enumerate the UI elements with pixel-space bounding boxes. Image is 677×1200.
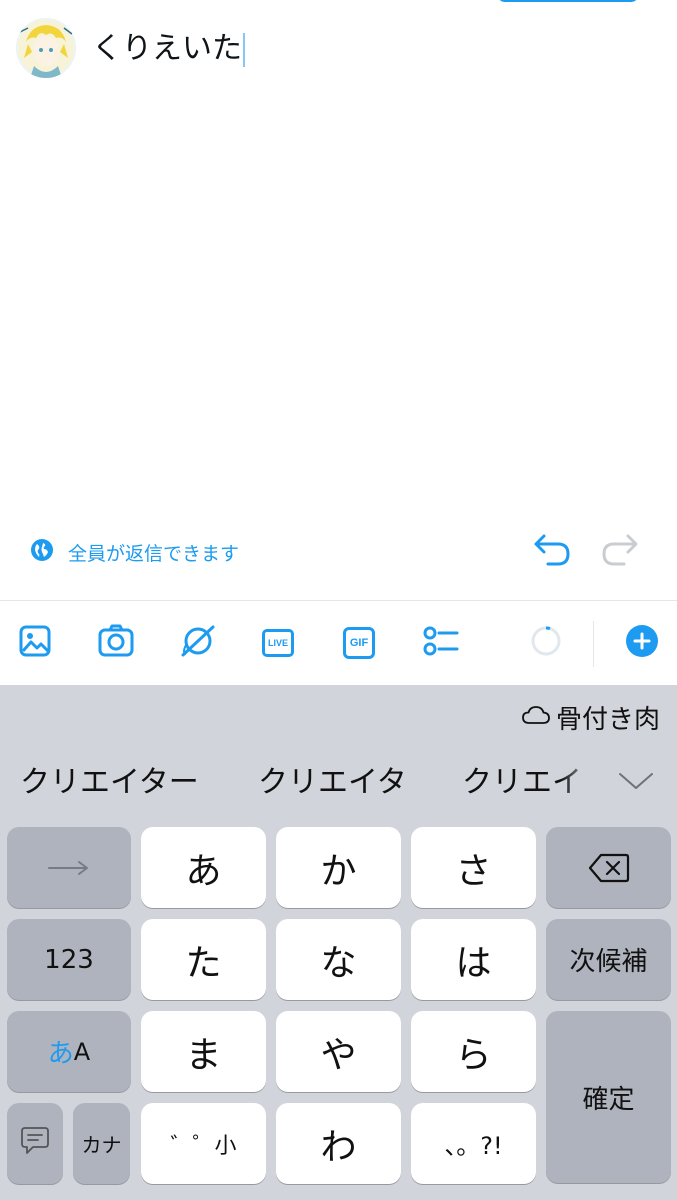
- cloud-suggestion-text: 骨付き肉: [555, 704, 660, 735]
- confirm-key[interactable]: 確定: [546, 1011, 671, 1183]
- candidate-fade: [560, 755, 600, 811]
- numbers-key-label: 123: [44, 944, 94, 975]
- redo-button[interactable]: [598, 530, 642, 574]
- arrow-right-icon: [48, 860, 88, 875]
- undo-button[interactable]: [530, 530, 574, 574]
- mode-kana-label: あ: [47, 1039, 74, 1069]
- dakuten-key-label: ゛゜小: [170, 1133, 237, 1159]
- confirm-key-label: 確定: [582, 1084, 635, 1115]
- image-icon: [18, 624, 52, 662]
- reply-setting-label: 全員が返信できます: [68, 542, 240, 565]
- dakuten-key[interactable]: ゛゜小: [141, 1103, 266, 1184]
- key-ma[interactable]: ま: [141, 1011, 266, 1092]
- key-na[interactable]: な: [276, 919, 401, 1000]
- globe-icon: [30, 538, 54, 566]
- key-ta[interactable]: た: [141, 919, 266, 1000]
- expand-candidates-button[interactable]: [612, 763, 660, 803]
- next-candidate-key[interactable]: 次候補: [546, 919, 671, 1000]
- toolbar-divider: [593, 621, 594, 667]
- live-button[interactable]: LIVE: [258, 623, 298, 663]
- media-button[interactable]: [15, 623, 55, 663]
- key-wa[interactable]: わ: [276, 1103, 401, 1184]
- compose-text: くりえいた: [92, 31, 242, 66]
- spaces-button[interactable]: [178, 623, 218, 663]
- cloud-suggestion[interactable]: 骨付き肉: [522, 699, 660, 735]
- add-thread-button[interactable]: [622, 623, 662, 663]
- next-candidate-label: 次候補: [569, 947, 648, 977]
- avatar[interactable]: [16, 18, 76, 78]
- compose-text-field[interactable]: くりえいた: [92, 26, 245, 72]
- key-sa[interactable]: さ: [411, 827, 536, 908]
- key-ra[interactable]: ら: [411, 1011, 536, 1092]
- candidate-2[interactable]: クリエイタ: [258, 759, 407, 807]
- chat-bubble-icon: [20, 1123, 50, 1164]
- cloud-icon: [522, 702, 550, 732]
- text-caret: [243, 32, 245, 67]
- kana-key-label: カナ: [81, 1133, 122, 1157]
- poll-icon: [421, 624, 459, 662]
- post-button-edge[interactable]: [497, 0, 639, 2]
- character-count-indicator: [526, 623, 566, 663]
- emoji-switch-key[interactable]: [7, 1103, 63, 1184]
- gif-label: GIF: [349, 637, 369, 649]
- plus-circle-icon: [625, 624, 659, 662]
- compose-toolbar: LIVE GIF: [0, 600, 677, 686]
- gif-icon: GIF: [343, 627, 375, 659]
- key-ya[interactable]: や: [276, 1011, 401, 1092]
- candidate-1[interactable]: クリエイター: [20, 759, 199, 807]
- reply-setting-button[interactable]: 全員が返信できます: [30, 538, 239, 566]
- next-char-key[interactable]: →: [7, 827, 131, 908]
- punctuation-key-label: 、。?!: [444, 1132, 503, 1160]
- camera-icon: [98, 624, 134, 662]
- input-mode-key[interactable]: あA: [7, 1011, 131, 1092]
- camera-button[interactable]: [96, 623, 136, 663]
- redo-icon: [600, 532, 640, 572]
- backspace-icon: [588, 853, 629, 882]
- spaces-icon: [180, 623, 216, 663]
- poll-button[interactable]: [420, 623, 460, 663]
- key-ha[interactable]: は: [411, 919, 536, 1000]
- gif-button[interactable]: GIF: [339, 623, 379, 663]
- kana-keyboard: 骨付き肉 クリエイター クリエイタ クリエイ → あ か さ ⌫ 123 た な…: [0, 685, 677, 1200]
- kana-key[interactable]: カナ: [73, 1103, 130, 1184]
- mode-latin-label: A: [73, 1037, 91, 1066]
- chevron-down-icon: [618, 771, 654, 795]
- delete-key[interactable]: ⌫: [546, 827, 671, 908]
- live-label: LIVE: [267, 638, 288, 648]
- key-ka[interactable]: か: [276, 827, 401, 908]
- progress-ring-icon: [530, 625, 562, 661]
- punctuation-key[interactable]: 、。?!: [411, 1103, 536, 1184]
- key-a[interactable]: あ: [141, 827, 266, 908]
- live-icon: LIVE: [262, 629, 294, 657]
- numbers-key[interactable]: 123: [7, 919, 131, 1000]
- avatar-illustration: [16, 18, 76, 78]
- undo-icon: [532, 532, 572, 572]
